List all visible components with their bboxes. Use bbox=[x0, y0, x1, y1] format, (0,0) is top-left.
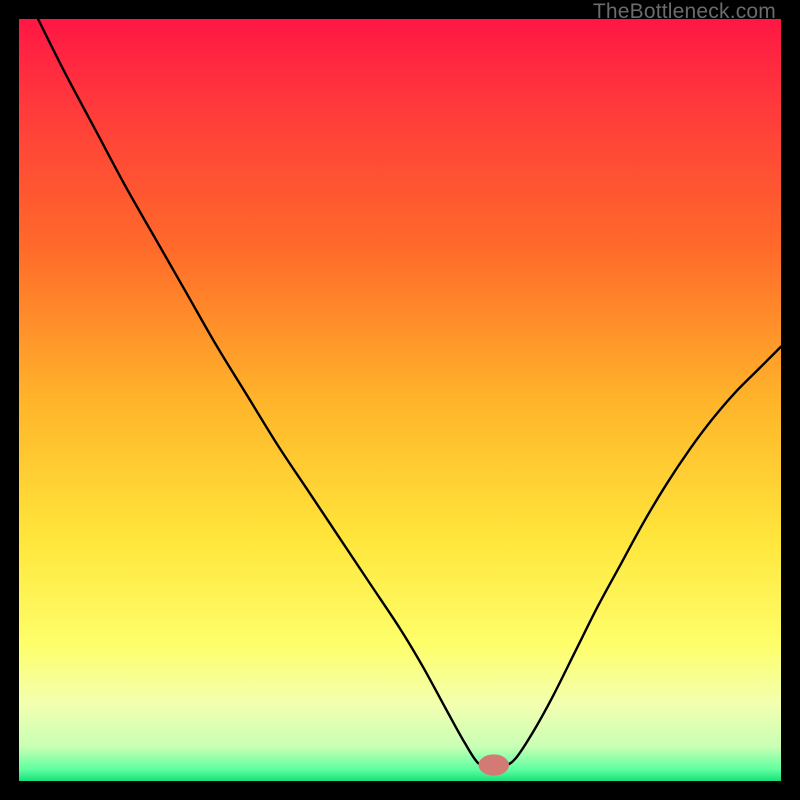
watermark-text: TheBottleneck.com bbox=[593, 0, 776, 24]
bottleneck-chart bbox=[19, 19, 781, 781]
chart-frame bbox=[19, 19, 781, 781]
optimum-marker bbox=[478, 754, 508, 775]
gradient-background bbox=[19, 19, 781, 781]
